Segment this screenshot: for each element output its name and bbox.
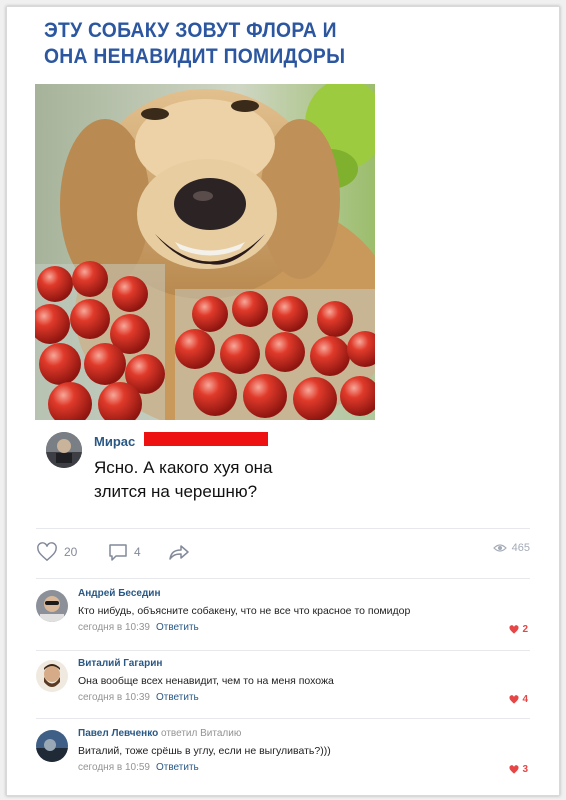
comment-time[interactable]: сегодня в 10:59 — [78, 762, 150, 773]
like-button[interactable]: 20 — [36, 542, 77, 562]
comment-text: Виталий, тоже срёшь в углу, если не выгу… — [78, 745, 331, 757]
comment-time[interactable]: сегодня в 10:39 — [78, 622, 150, 633]
comment-author[interactable]: Андрей Беседин — [78, 588, 160, 599]
comment-count: 4 — [134, 545, 141, 559]
heart-outline-icon — [37, 542, 57, 562]
comment-text: Она вообще всех ненавидит, чем то на мен… — [78, 675, 334, 687]
post-title: ЭТУ СОБАКУ ЗОВУТ ФЛОРА И ОНА НЕНАВИДИТ П… — [44, 19, 346, 68]
comment-item: Павел Левченко ответил Виталию Виталий, … — [36, 724, 530, 792]
share-button[interactable] — [168, 542, 190, 562]
heart-filled-icon — [509, 625, 519, 634]
quote-text: Ясно. А какого хуя она злится на черешню… — [94, 458, 273, 501]
comment-avatar[interactable] — [36, 660, 68, 692]
divider — [36, 528, 530, 529]
reply-to-label[interactable]: ответил Виталию — [161, 728, 241, 739]
post-actions: 20 4 465 — [36, 542, 530, 566]
comment-meta: сегодня в 10:39 Ответить — [78, 692, 199, 703]
comment-item: Андрей Беседин Кто нибудь, объясните соб… — [36, 584, 530, 652]
quote-author-avatar[interactable] — [46, 432, 82, 468]
comment-button[interactable]: 4 — [108, 542, 141, 562]
comment-text: Кто нибудь, объясните собакену, что не в… — [78, 605, 411, 617]
reply-link[interactable]: Ответить — [156, 762, 199, 773]
comment-like-count: 3 — [522, 764, 528, 775]
comment-item: Виталий Гагарин Она вообще всех ненавиди… — [36, 654, 530, 722]
view-counter: 465 — [492, 542, 530, 554]
share-icon — [169, 545, 189, 560]
comment-like-button[interactable]: 4 — [509, 694, 528, 705]
like-count: 20 — [64, 545, 78, 559]
redacted-surname — [144, 432, 268, 446]
heart-filled-icon — [509, 695, 519, 704]
comment-author[interactable]: Павел Левченко ответил Виталию — [78, 728, 241, 739]
comment-author-name[interactable]: Павел Левченко — [78, 728, 158, 739]
reply-link[interactable]: Ответить — [156, 622, 199, 633]
quote-author-name[interactable]: Мирас — [94, 434, 135, 449]
divider — [36, 718, 530, 719]
heart-filled-icon — [509, 765, 519, 774]
reply-link[interactable]: Ответить — [156, 692, 199, 703]
dog-with-cherries-image — [35, 84, 375, 420]
comment-icon — [109, 544, 127, 561]
comment-author[interactable]: Виталий Гагарин — [78, 658, 162, 669]
view-count: 465 — [511, 542, 530, 554]
comment-avatar[interactable] — [36, 730, 68, 762]
comment-like-count: 2 — [522, 624, 528, 635]
comment-like-button[interactable]: 3 — [509, 764, 528, 775]
comment-meta: сегодня в 10:39 Ответить — [78, 622, 199, 633]
comment-meta: сегодня в 10:59 Ответить — [78, 762, 199, 773]
comment-time[interactable]: сегодня в 10:39 — [78, 692, 150, 703]
post-photo[interactable] — [35, 84, 375, 420]
divider — [36, 578, 530, 579]
divider — [36, 650, 530, 651]
eye-icon — [492, 544, 507, 552]
comment-like-count: 4 — [522, 694, 528, 705]
comment-like-button[interactable]: 2 — [509, 624, 528, 635]
comment-avatar[interactable] — [36, 590, 68, 622]
